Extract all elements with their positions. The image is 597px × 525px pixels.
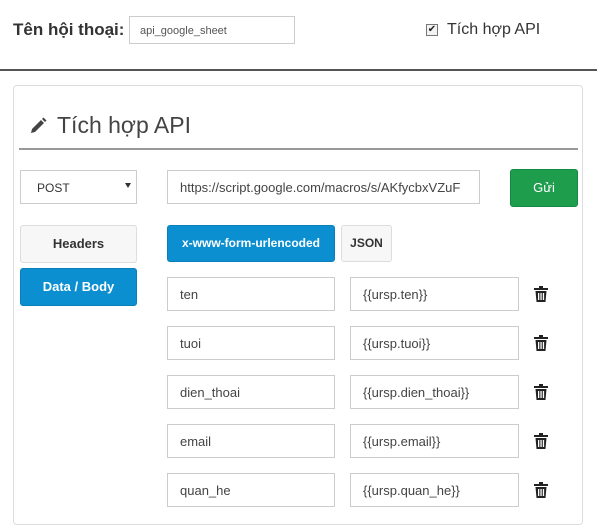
- dialog-name-label: Tên hội thoại:: [13, 20, 125, 39]
- param-key-input[interactable]: quan_he: [167, 473, 335, 507]
- send-button[interactable]: Gửi: [510, 169, 578, 207]
- encoding-urlencoded-button[interactable]: x-www-form-urlencoded: [167, 225, 335, 262]
- sidebar-item-headers[interactable]: Headers: [20, 225, 137, 263]
- trash-icon[interactable]: [534, 433, 548, 449]
- trash-icon[interactable]: [534, 482, 548, 498]
- chevron-down-icon: [125, 183, 131, 188]
- trash-icon[interactable]: [534, 384, 548, 400]
- param-row: dien_thoai {{ursp.dien_thoai}}: [0, 375, 597, 409]
- trash-icon[interactable]: [534, 286, 548, 302]
- trash-icon[interactable]: [534, 335, 548, 351]
- panel-title: Tích hợp API: [57, 112, 191, 138]
- param-value-input[interactable]: {{ursp.quan_he}}: [350, 473, 519, 507]
- param-key-input[interactable]: ten: [167, 277, 335, 311]
- checkmark-icon: ✔: [427, 24, 437, 35]
- http-method-select[interactable]: POST: [20, 170, 137, 204]
- title-divider: [19, 148, 578, 150]
- param-key-input[interactable]: dien_thoai: [167, 375, 335, 409]
- param-row: email {{ursp.email}}: [0, 424, 597, 458]
- top-bar: Tên hội thoại: api_google_sheet ✔ Tích h…: [0, 0, 597, 71]
- param-row: tuoi {{ursp.tuoi}}: [0, 326, 597, 360]
- param-value-input[interactable]: {{ursp.email}}: [350, 424, 519, 458]
- api-url-input[interactable]: https://script.google.com/macros/s/AKfyc…: [167, 170, 480, 204]
- pencil-icon: [31, 117, 47, 133]
- param-value-input[interactable]: {{ursp.tuoi}}: [350, 326, 519, 360]
- http-method-value: POST: [37, 181, 70, 195]
- api-integration-label[interactable]: Tích hợp API: [447, 21, 540, 39]
- param-row: quan_he {{ursp.quan_he}}: [0, 473, 597, 507]
- api-integration-checkbox[interactable]: ✔: [426, 24, 438, 36]
- param-row: ten {{ursp.ten}}: [0, 277, 597, 311]
- encoding-json-button[interactable]: JSON: [341, 225, 392, 262]
- param-value-input[interactable]: {{ursp.ten}}: [350, 277, 519, 311]
- param-value-input[interactable]: {{ursp.dien_thoai}}: [350, 375, 519, 409]
- param-key-input[interactable]: email: [167, 424, 335, 458]
- dialog-name-input[interactable]: api_google_sheet: [129, 16, 295, 44]
- param-key-input[interactable]: tuoi: [167, 326, 335, 360]
